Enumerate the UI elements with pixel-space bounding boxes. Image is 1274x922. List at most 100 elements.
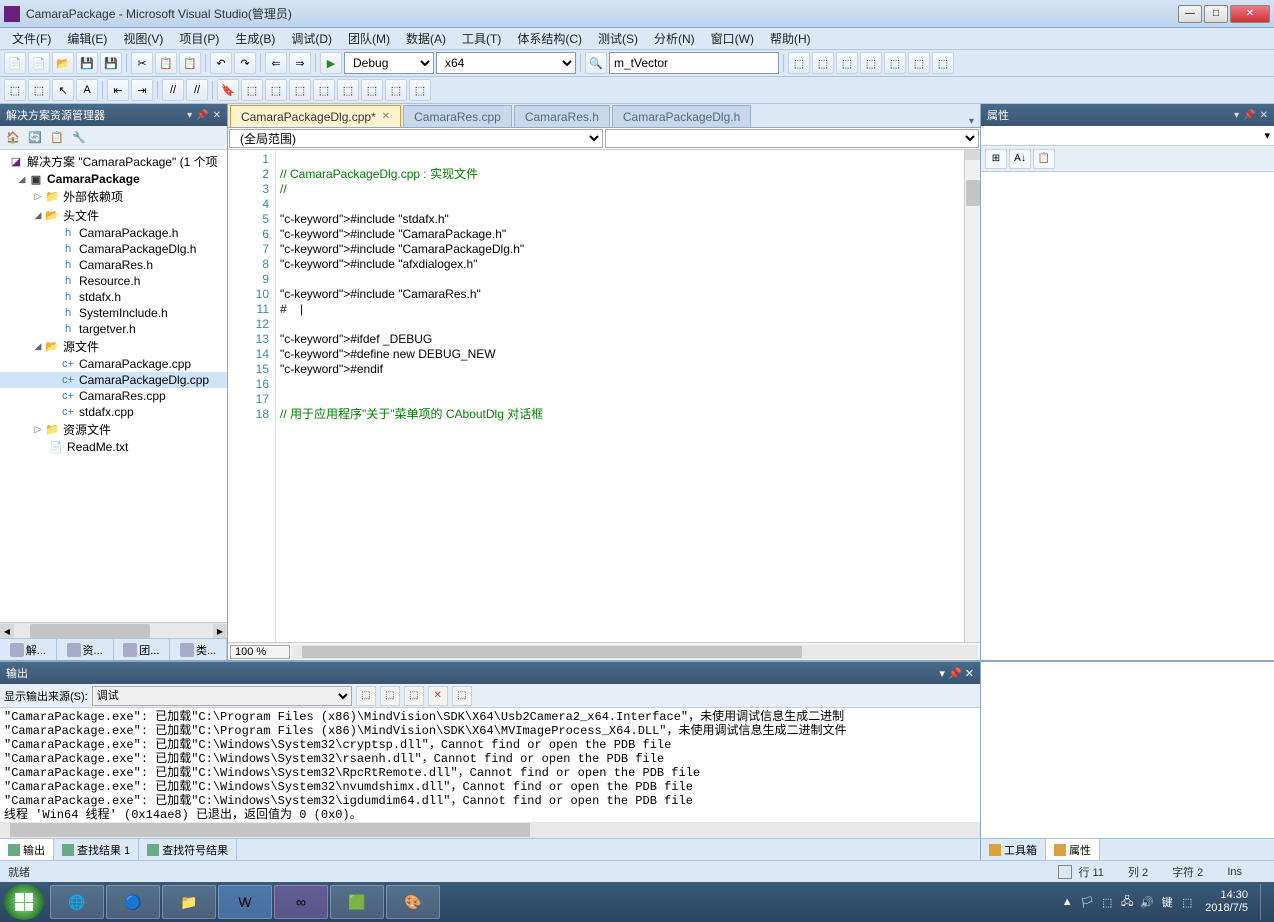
tb2-i[interactable]: ⬚ <box>409 79 431 101</box>
paste-button[interactable]: 📋 <box>179 52 201 74</box>
panel-close-icon[interactable]: ✕ <box>965 668 974 680</box>
indent-more-button[interactable]: ⇥ <box>131 79 153 101</box>
tab-resource[interactable]: 资... <box>57 639 114 660</box>
tab-team[interactable]: 团... <box>114 639 171 660</box>
code-text[interactable]: // CamaraPackageDlg.cpp : 实现文件// "c-keyw… <box>276 150 964 642</box>
show-all-icon[interactable]: 📋 <box>48 129 66 147</box>
tray-flag-icon[interactable]: 🏳 <box>1079 894 1095 910</box>
tb-ext1[interactable]: ⬚ <box>788 52 810 74</box>
tree-file[interactable]: c+stdafx.cpp <box>0 404 227 420</box>
menu-debug[interactable]: 调试(D) <box>283 28 340 49</box>
tree-solution[interactable]: ◪ 解决方案 "CamaraPackage" (1 个项 <box>0 152 227 171</box>
menu-data[interactable]: 数据(A) <box>398 28 454 49</box>
solution-tree[interactable]: ◪ 解决方案 "CamaraPackage" (1 个项 ◢ ▣ CamaraP… <box>0 150 227 622</box>
tb2-f[interactable]: ⬚ <box>337 79 359 101</box>
taskbar-word[interactable]: W <box>218 885 272 919</box>
tab-overflow-icon[interactable]: ▾ <box>969 116 980 127</box>
find-button[interactable]: 🔍 <box>585 52 607 74</box>
output-tab-output[interactable]: 输出 <box>0 839 54 860</box>
menu-edit[interactable]: 编辑(E) <box>59 28 115 49</box>
tb-ext6[interactable]: ⬚ <box>908 52 930 74</box>
tree-file[interactable]: hSystemInclude.h <box>0 305 227 321</box>
wrap-output-icon[interactable]: ⬚ <box>452 686 472 706</box>
output-tab-findsym[interactable]: 查找符号结果 <box>139 839 237 860</box>
output-source-select[interactable]: 调试 <box>92 686 352 706</box>
tree-headers-folder[interactable]: ◢ 📂 头文件 <box>0 206 227 225</box>
tb2-3[interactable]: ↖ <box>52 79 74 101</box>
close-tab-icon[interactable]: ✕ <box>382 111 390 122</box>
tree-file[interactable]: htargetver.h <box>0 321 227 337</box>
panel-pin-icon[interactable]: 📌 <box>948 668 962 680</box>
taskbar-app1[interactable]: 🔵 <box>106 885 160 919</box>
code-hscrollbar[interactable] <box>292 645 978 659</box>
tree-file[interactable]: hCamaraPackage.h <box>0 225 227 241</box>
doc-tab[interactable]: CamaraPackageDlg.h <box>612 105 751 127</box>
tb2-h[interactable]: ⬚ <box>385 79 407 101</box>
expand-icon[interactable]: ◢ <box>32 210 44 221</box>
refresh-icon[interactable]: 🔄 <box>26 129 44 147</box>
scroll-left-icon[interactable]: ◀ <box>0 624 14 638</box>
tb-ext2[interactable]: ⬚ <box>812 52 834 74</box>
clear-output-icon[interactable]: ✕ <box>428 686 448 706</box>
copy-button[interactable]: 📋 <box>155 52 177 74</box>
tree-hscrollbar[interactable]: ◀ ▶ <box>0 622 227 638</box>
comment-button[interactable]: // <box>162 79 184 101</box>
panel-close-icon[interactable]: ✕ <box>1260 110 1268 121</box>
undo-button[interactable]: ↶ <box>210 52 232 74</box>
menu-file[interactable]: 文件(F) <box>4 28 59 49</box>
output-hthumb[interactable] <box>10 823 530 837</box>
menu-test[interactable]: 测试(S) <box>590 28 646 49</box>
indent-less-button[interactable]: ⇤ <box>107 79 129 101</box>
doc-tab[interactable]: CamaraRes.h <box>514 105 610 127</box>
tab-toolbox[interactable]: 工具箱 <box>981 839 1046 860</box>
tree-file[interactable]: 📄ReadMe.txt <box>0 439 227 455</box>
tree-file[interactable]: hCamaraPackageDlg.h <box>0 241 227 257</box>
tree-file[interactable]: hCamaraRes.h <box>0 257 227 273</box>
tray-net-icon[interactable]: 🖧 <box>1119 894 1135 910</box>
properties-icon[interactable]: 🔧 <box>70 129 88 147</box>
panel-pin-icon[interactable]: 📌 <box>1243 110 1255 121</box>
tray-action-icon[interactable]: ⬚ <box>1099 894 1115 910</box>
alpha-sort-icon[interactable]: A↓ <box>1009 149 1031 169</box>
expand-icon[interactable]: ▷ <box>32 191 44 202</box>
taskbar-ie[interactable]: 🌐 <box>50 885 104 919</box>
vscroll-thumb[interactable] <box>966 180 980 206</box>
tab-class[interactable]: 类... <box>170 639 227 660</box>
menu-build[interactable]: 生成(B) <box>227 28 283 49</box>
panel-dropdown-icon[interactable]: ▾ <box>187 110 192 121</box>
scope-select[interactable]: (全局范围) <box>229 129 603 148</box>
taskbar-vs[interactable]: ∞ <box>274 885 328 919</box>
expand-icon[interactable]: ▷ <box>32 424 44 435</box>
panel-close-icon[interactable]: ✕ <box>213 110 221 121</box>
tray-app-icon[interactable]: ⬚ <box>1179 894 1195 910</box>
tb-ext5[interactable]: ⬚ <box>884 52 906 74</box>
code-vscrollbar[interactable] <box>964 150 980 642</box>
menu-team[interactable]: 团队(M) <box>340 28 398 49</box>
tray-vol-icon[interactable]: 🔊 <box>1139 894 1155 910</box>
close-button[interactable]: ✕ <box>1230 5 1270 23</box>
member-select[interactable] <box>605 129 979 148</box>
ot-btn-1[interactable]: ⬚ <box>356 686 376 706</box>
menu-analyze[interactable]: 分析(N) <box>646 28 703 49</box>
tb2-d[interactable]: ⬚ <box>289 79 311 101</box>
tree-sources-folder[interactable]: ◢ 📂 源文件 <box>0 337 227 356</box>
prop-pages-icon[interactable]: 📋 <box>1033 149 1055 169</box>
expand-icon[interactable]: ◢ <box>32 341 44 352</box>
property-object-select[interactable]: ▾ <box>981 126 1274 146</box>
add-item-button[interactable]: 📄 <box>28 52 50 74</box>
tb2-e[interactable]: ⬚ <box>313 79 335 101</box>
platform-select[interactable]: x64 <box>436 52 576 74</box>
tb2-g[interactable]: ⬚ <box>361 79 383 101</box>
doc-tab-active[interactable]: CamaraPackageDlg.cpp*✕ <box>230 105 401 127</box>
tb-ext4[interactable]: ⬚ <box>860 52 882 74</box>
find-input[interactable] <box>609 52 779 74</box>
tree-file[interactable]: c+CamaraPackage.cpp <box>0 356 227 372</box>
maximize-button[interactable]: □ <box>1204 5 1228 23</box>
tree-resources-folder[interactable]: ▷ 📁 资源文件 <box>0 420 227 439</box>
output-text[interactable]: "CamaraPackage.exe": 已加载"C:\Program File… <box>0 708 980 822</box>
taskbar-app2[interactable]: 🟩 <box>330 885 384 919</box>
show-desktop-button[interactable] <box>1260 884 1270 920</box>
scroll-right-icon[interactable]: ▶ <box>213 624 227 638</box>
ot-btn-2[interactable]: ⬚ <box>380 686 400 706</box>
panel-dropdown-icon[interactable]: ▾ <box>939 668 945 680</box>
